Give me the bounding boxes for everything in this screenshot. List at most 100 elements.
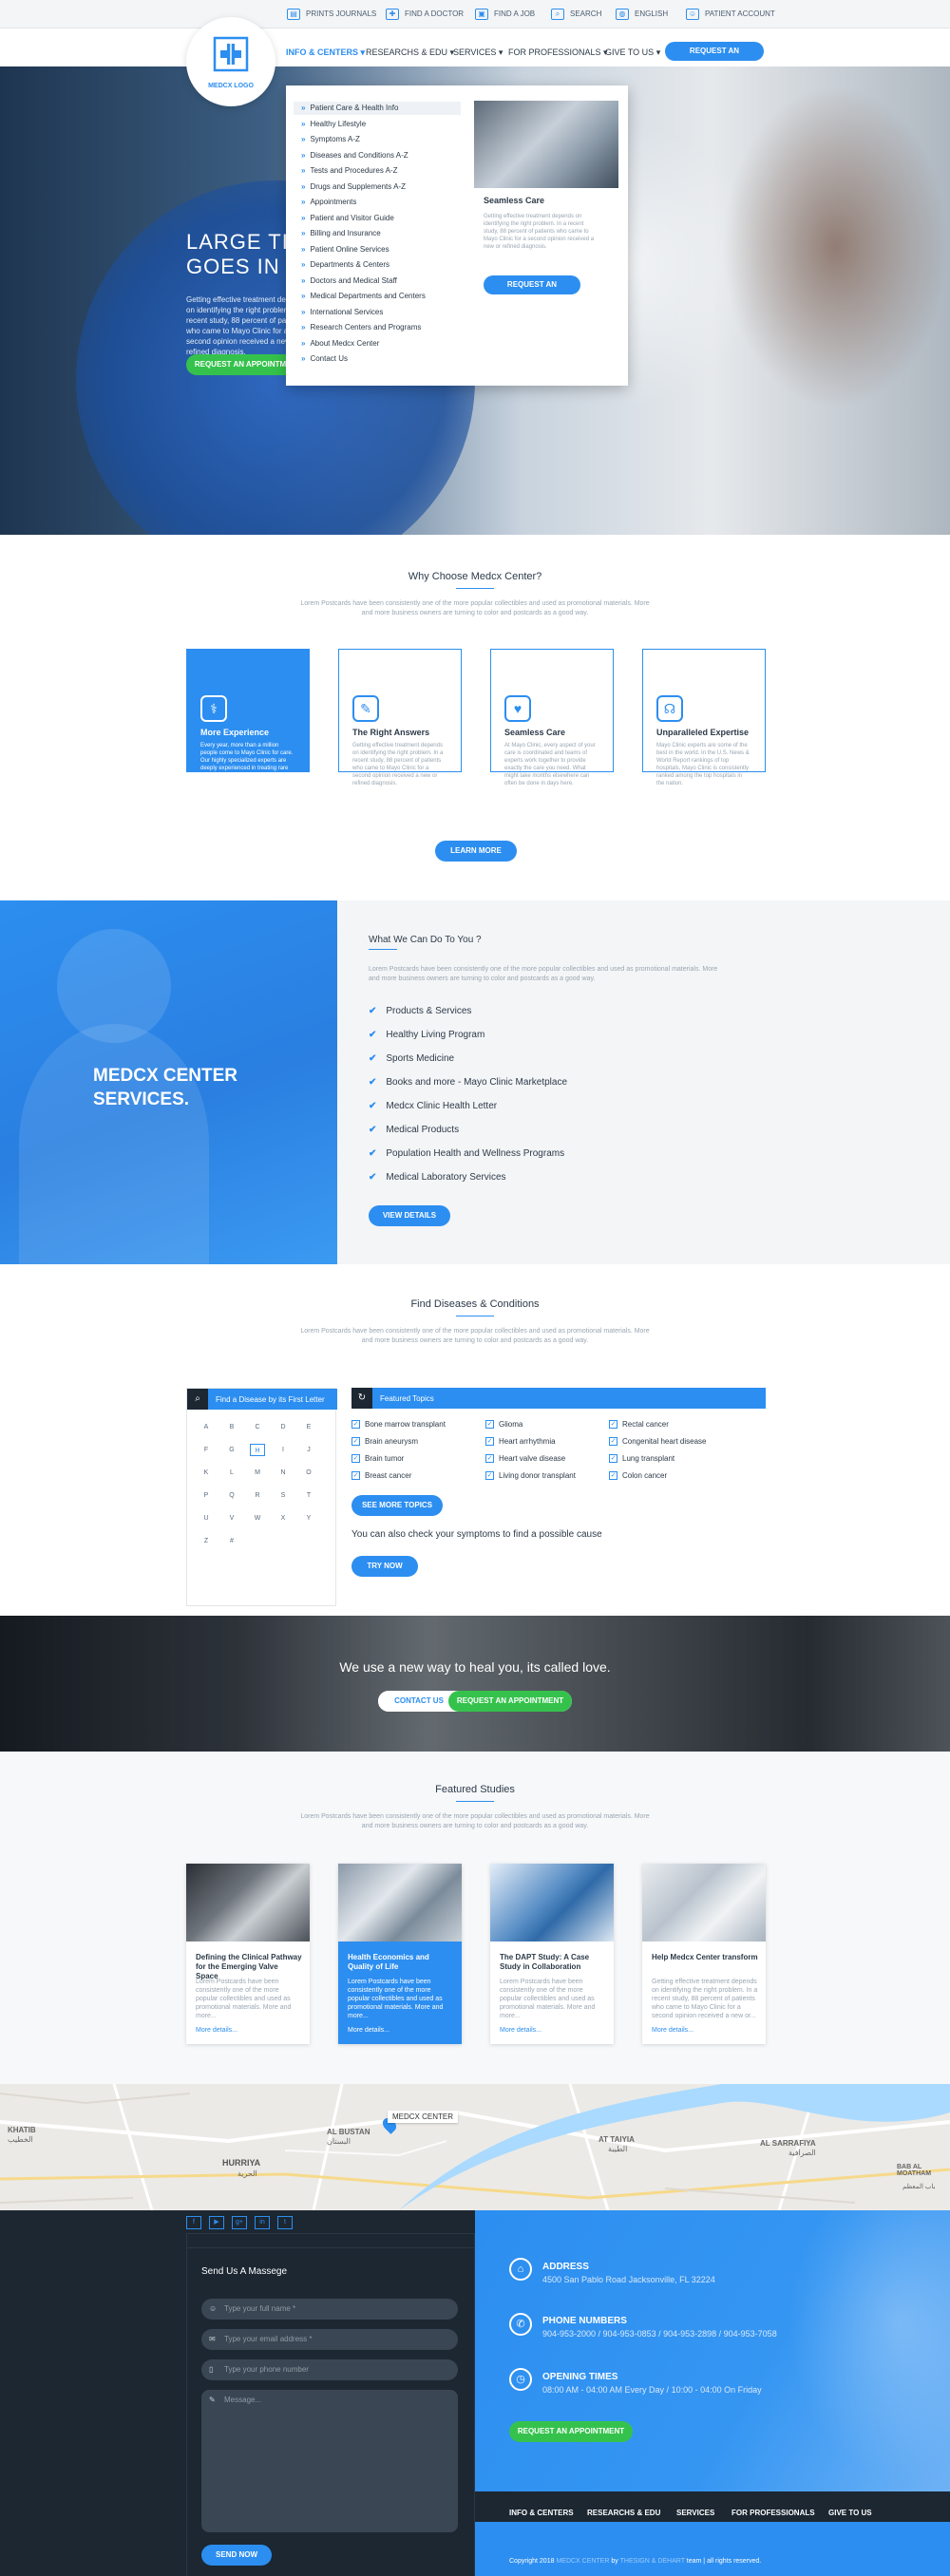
nav-research[interactable]: Researchs & Edu ▾ [366,47,454,58]
mega-menu-item[interactable]: » Doctors and Medical Staff [301,276,397,285]
mega-menu-item[interactable]: » Patient Online Services [301,245,390,254]
mega-menu-item[interactable]: » Drugs and Supplements A-Z [301,182,406,191]
mega-menu-item[interactable]: » Patient and Visitor Guide [301,214,394,222]
letter-button[interactable]: U [199,1512,214,1525]
nav-give[interactable]: Give To Us ▾ [605,47,660,58]
banner-appointment-button[interactable]: Request an Appointment [448,1691,572,1712]
topic-item[interactable]: ✓ Breast cancer [352,1471,411,1481]
top-link-journals[interactable]: ▤ Prints Journals [287,9,376,20]
footer-nav-research[interactable]: Researchs & Edu [587,2509,660,2517]
topic-item[interactable]: ✓ Colon cancer [609,1471,667,1481]
message-field[interactable]: ✎ Message... [201,2390,458,2532]
letter-button[interactable]: M [250,1467,265,1479]
letter-button[interactable]: G [224,1444,239,1456]
letter-button[interactable]: T [301,1489,316,1502]
letter-button[interactable]: F [199,1444,214,1456]
footer-nav-professionals[interactable]: For Professionals [732,2509,815,2517]
letter-button[interactable]: L [224,1467,239,1479]
topic-item[interactable]: ✓ Heart arrhythmia [485,1437,556,1447]
topic-item[interactable]: ✓ Rectal cancer [609,1420,669,1430]
topic-item[interactable]: ✓ Brain tumor [352,1454,404,1464]
letter-button[interactable]: I [276,1444,291,1456]
letter-button[interactable]: V [224,1512,239,1525]
name-field[interactable]: ☺ Type your full name * [201,2299,458,2320]
mega-menu-item[interactable]: » Appointments [301,198,356,206]
letter-button[interactable]: P [199,1489,214,1502]
nav-appointment-button[interactable]: Request an Appointment [665,42,764,74]
letter-button[interactable]: X [276,1512,291,1525]
nav-professionals[interactable]: For Professionals ▾ [508,47,608,58]
top-link-doctor[interactable]: ✚ Find a Doctor [386,9,464,20]
nav-info-centers[interactable]: Info & Centers ▾ [286,47,365,58]
service-item[interactable]: ✔ Medcx Clinic Health Letter [369,1101,497,1111]
why-card[interactable]: ♥ Seamless Care At Mayo Clinic, every as… [490,649,614,786]
topic-item[interactable]: ✓ Lung transplant [609,1454,674,1464]
nav-services[interactable]: Services ▾ [453,47,503,58]
letter-button[interactable]: # [224,1535,239,1547]
study-card[interactable]: Defining the Clinical Pathway for the Em… [186,1864,310,2044]
letter-button[interactable]: J [301,1444,316,1456]
topic-item[interactable]: ✓ Brain aneurysm [352,1437,418,1447]
mega-menu-item[interactable]: » Contact Us [301,354,348,363]
topic-item[interactable]: ✓ Living donor transplant [485,1471,576,1481]
mega-menu-item[interactable]: » Research Centers and Programs [301,323,421,331]
mega-menu-item[interactable]: » Medical Departments and Centers [301,292,426,300]
google-plus-icon[interactable]: g+ [232,2216,247,2229]
mega-menu-item[interactable]: » Symptoms A-Z [301,135,360,143]
service-item[interactable]: ✔ Sports Medicine [369,1053,454,1064]
mega-menu-item[interactable]: » Diseases and Conditions A-Z [301,151,408,160]
mega-menu-item[interactable]: » Tests and Procedures A-Z [301,166,398,175]
facebook-icon[interactable]: f [186,2216,201,2229]
letter-button[interactable]: H [250,1444,265,1456]
try-now-button[interactable]: Try Now [352,1556,418,1577]
study-card[interactable]: Help Medcx Center transform Getting effe… [642,1864,766,2044]
topic-item[interactable]: ✓ Glioma [485,1420,522,1430]
youtube-icon[interactable]: ▶ [209,2216,224,2229]
service-item[interactable]: ✔ Population Health and Wellness Programs [369,1148,564,1159]
top-link-search[interactable]: ⌕ Search [551,9,601,20]
mega-menu-item[interactable]: » Healthy Lifestyle [301,120,366,128]
topic-item[interactable]: ✓ Bone marrow transplant [352,1420,446,1430]
logo[interactable]: MEDCX LOGO [186,17,276,106]
service-item[interactable]: ✔ Products & Services [369,1006,471,1016]
more-details-link[interactable]: More details... [500,2027,542,2034]
letter-button[interactable]: R [250,1489,265,1502]
study-card[interactable]: The DAPT Study: A Case Study in Collabor… [490,1864,614,2044]
why-card[interactable]: ✎ The Right Answers Getting effective tr… [338,649,462,786]
learn-more-button[interactable]: Learn More [435,841,517,862]
top-link-job[interactable]: ▣ Find a Job [475,9,535,20]
study-card[interactable]: Health Economics and Quality of Life Lor… [338,1864,462,2044]
letter-button[interactable]: S [276,1489,291,1502]
letter-button[interactable]: Q [224,1489,239,1502]
map[interactable]: KHATIB الخطيب AL BUSTAN البستان HURRIYA … [0,2084,950,2210]
see-more-topics-button[interactable]: See More Topics [352,1495,443,1516]
topic-item[interactable]: ✓ Heart valve disease [485,1454,565,1464]
view-details-button[interactable]: View Details [369,1205,450,1226]
send-now-button[interactable]: Send Now [201,2545,272,2566]
letter-button[interactable]: A [199,1421,214,1433]
service-item[interactable]: ✔ Medical Laboratory Services [369,1172,506,1183]
service-item[interactable]: ✔ Medical Products [369,1125,459,1135]
letter-button[interactable]: B [224,1421,239,1433]
footer-nav-give[interactable]: Give To Us [828,2509,872,2517]
mega-menu-item[interactable]: » About Medcx Center [301,339,379,348]
top-link-account[interactable]: ☺ Patient Account [686,9,775,20]
why-card[interactable]: ⚕ More Experience Every year, more than … [186,649,310,779]
footer-appointment-button[interactable]: Request an Appointment [509,2421,633,2442]
footer-nav-services[interactable]: Services [676,2509,714,2517]
letter-button[interactable]: D [276,1421,291,1433]
mega-menu-item[interactable]: » International Services [301,308,383,316]
more-details-link[interactable]: More details... [196,2027,238,2034]
more-details-link[interactable]: More details... [652,2027,694,2034]
card-appointment-button[interactable]: Request an Appointment [484,275,580,308]
linkedin-icon[interactable]: in [255,2216,270,2229]
email-field[interactable]: ✉ Type your email address * [201,2329,458,2350]
twitter-icon[interactable]: t [277,2216,293,2229]
why-card[interactable]: ☊ Unparalleled Expertise Mayo Clinic exp… [642,649,766,786]
letter-button[interactable]: K [199,1467,214,1479]
letter-button[interactable]: Y [301,1512,316,1525]
mega-menu-item[interactable]: » Departments & Centers [301,260,390,269]
mega-menu-item[interactable]: » Billing and Insurance [301,229,381,237]
letter-button[interactable]: Z [199,1535,214,1547]
topic-item[interactable]: ✓ Congenital heart disease [609,1437,707,1447]
